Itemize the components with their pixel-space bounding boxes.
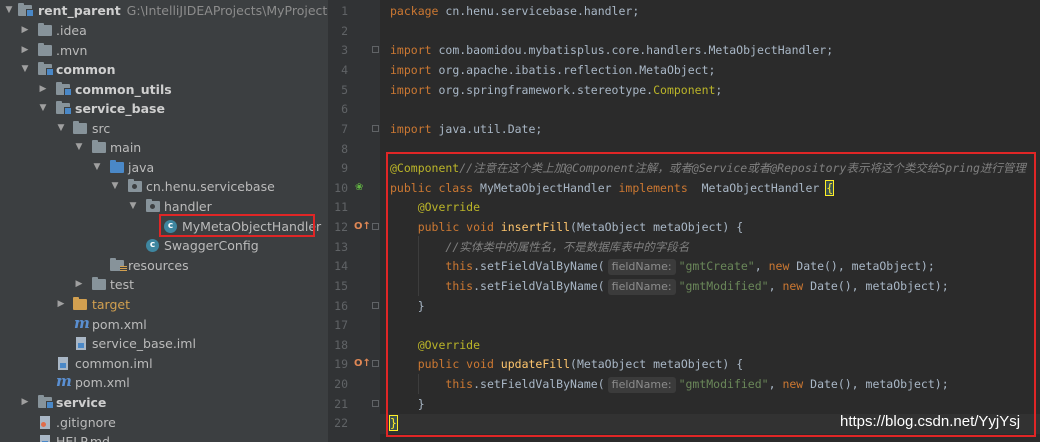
line-number: 6 xyxy=(341,102,348,116)
code-line-7: import java.util.Date; xyxy=(390,122,543,136)
tree-item-label: pom.xml xyxy=(75,375,130,390)
fold-marker-icon[interactable] xyxy=(372,125,379,132)
tree-item-label: main xyxy=(110,140,142,155)
line-number: 8 xyxy=(341,142,348,156)
class-icon: c xyxy=(146,239,159,252)
source-folder-icon xyxy=(110,160,124,173)
folder-icon xyxy=(92,140,106,153)
tree-item-label: java xyxy=(128,160,155,175)
tree-item-label: SwaggerConfig xyxy=(164,238,259,253)
chevron-right-icon[interactable]: ▶ xyxy=(74,275,84,294)
maven-icon: m xyxy=(74,314,90,332)
tree-item-label: cn.henu.servicebase xyxy=(146,179,275,194)
iml-file-icon xyxy=(76,337,86,350)
line-number: 2 xyxy=(341,24,348,38)
package-icon xyxy=(146,199,160,212)
line-number: 4 xyxy=(341,63,348,77)
folder-icon xyxy=(38,43,52,56)
highlight-box-file xyxy=(159,214,315,237)
root-path: G:\IntelliJIDEAProjects\MyProjects\ren xyxy=(126,3,328,18)
line-number: 18 xyxy=(334,338,348,352)
fold-marker-icon[interactable] xyxy=(372,360,379,367)
markdown-file-icon xyxy=(40,435,50,442)
project-tree-panel: ▼ rent_parent G:\IntelliJIDEAProjects\MyP… xyxy=(0,0,328,442)
excluded-folder-icon xyxy=(73,297,87,310)
chevron-right-icon[interactable]: ▶ xyxy=(20,393,30,412)
line-number: 19 xyxy=(334,357,348,371)
tree-item-label: common_utils xyxy=(75,82,172,97)
module-folder-icon xyxy=(38,62,54,76)
chevron-down-icon[interactable]: ▼ xyxy=(128,197,138,216)
module-folder-icon xyxy=(56,101,72,115)
line-number: 9 xyxy=(341,161,348,175)
tree-item-label: target xyxy=(92,297,131,312)
maven-icon: m xyxy=(56,372,72,390)
fold-marker-icon[interactable] xyxy=(372,302,379,309)
tree-item-label: pom.xml xyxy=(92,317,147,332)
module-folder-icon xyxy=(56,82,72,96)
highlight-box-code xyxy=(386,152,1036,437)
tree-item-label: service_base.iml xyxy=(92,336,196,351)
package-icon xyxy=(128,179,142,192)
code-line-1: package cn.henu.servicebase.handler; xyxy=(390,4,640,18)
root-name: rent_parent xyxy=(38,3,121,18)
line-number: 5 xyxy=(341,83,348,97)
chevron-down-icon[interactable]: ▼ xyxy=(74,138,84,157)
spring-bean-icon[interactable]: ❀ xyxy=(355,178,363,198)
chevron-right-icon[interactable]: ▶ xyxy=(38,80,48,99)
tree-item-label: test xyxy=(110,277,135,292)
tree-item-label: HELP.md xyxy=(56,434,110,442)
folder-icon xyxy=(73,121,87,134)
tree-item-label: service xyxy=(56,395,107,410)
folder-icon xyxy=(92,277,106,290)
fold-marker-icon[interactable] xyxy=(372,223,379,230)
line-number: 10 xyxy=(334,181,348,195)
chevron-right-icon[interactable]: ▶ xyxy=(20,41,30,60)
tree-item-label: .gitignore xyxy=(56,415,116,430)
line-number: 7 xyxy=(341,122,348,136)
chevron-down-icon[interactable]: ▼ xyxy=(38,99,48,118)
tree-item-label: .idea xyxy=(56,23,87,38)
module-folder-icon xyxy=(18,3,34,17)
tree-item-label: service_base xyxy=(75,101,165,116)
fold-marker-icon[interactable] xyxy=(372,400,379,407)
override-method-icon[interactable]: O↑ xyxy=(354,217,371,237)
chevron-down-icon[interactable]: ▼ xyxy=(4,1,14,20)
line-number: 20 xyxy=(334,377,348,391)
fold-marker-icon[interactable] xyxy=(372,46,379,53)
code-line-3: import com.baomidou.mybatisplus.core.han… xyxy=(390,43,834,57)
code-line-5: import org.springframework.stereotype.Co… xyxy=(390,83,723,97)
chevron-down-icon[interactable]: ▼ xyxy=(110,177,120,196)
iml-file-icon xyxy=(58,357,68,370)
tree-item-label: common.iml xyxy=(75,356,153,371)
resources-folder-icon xyxy=(110,258,127,272)
line-number: 16 xyxy=(334,299,348,313)
line-number: 3 xyxy=(341,43,348,57)
module-folder-icon xyxy=(38,395,54,409)
line-number: 11 xyxy=(334,200,348,214)
chevron-down-icon[interactable]: ▼ xyxy=(20,60,30,79)
line-number: 21 xyxy=(334,397,348,411)
tree-item-label: resources xyxy=(128,258,189,273)
tree-item-label: .mvn xyxy=(56,43,88,58)
tree-item-label: common xyxy=(56,62,116,77)
line-number: 15 xyxy=(334,279,348,293)
override-method-icon[interactable]: O↑ xyxy=(354,354,371,374)
chevron-down-icon[interactable]: ▼ xyxy=(92,158,102,177)
chevron-right-icon[interactable]: ▶ xyxy=(20,21,30,40)
line-number: 22 xyxy=(334,416,348,430)
line-number: 1 xyxy=(341,4,348,18)
code-line-4: import org.apache.ibatis.reflection.Meta… xyxy=(390,63,716,77)
line-number: 12 xyxy=(334,220,348,234)
tree-item-label: src xyxy=(92,121,111,136)
folder-icon xyxy=(38,23,52,36)
line-number: 13 xyxy=(334,240,348,254)
chevron-down-icon[interactable]: ▼ xyxy=(56,119,66,138)
editor-gutter: 1 2 3 4 5 6 7 8 9 10 11 12 13 14 15 16 1… xyxy=(328,0,380,442)
line-number: 14 xyxy=(334,259,348,273)
line-number: 17 xyxy=(334,318,348,332)
watermark: https://blog.csdn.net/YyjYsj xyxy=(840,413,1021,430)
chevron-right-icon[interactable]: ▶ xyxy=(56,295,66,314)
gitignore-file-icon xyxy=(40,416,50,429)
